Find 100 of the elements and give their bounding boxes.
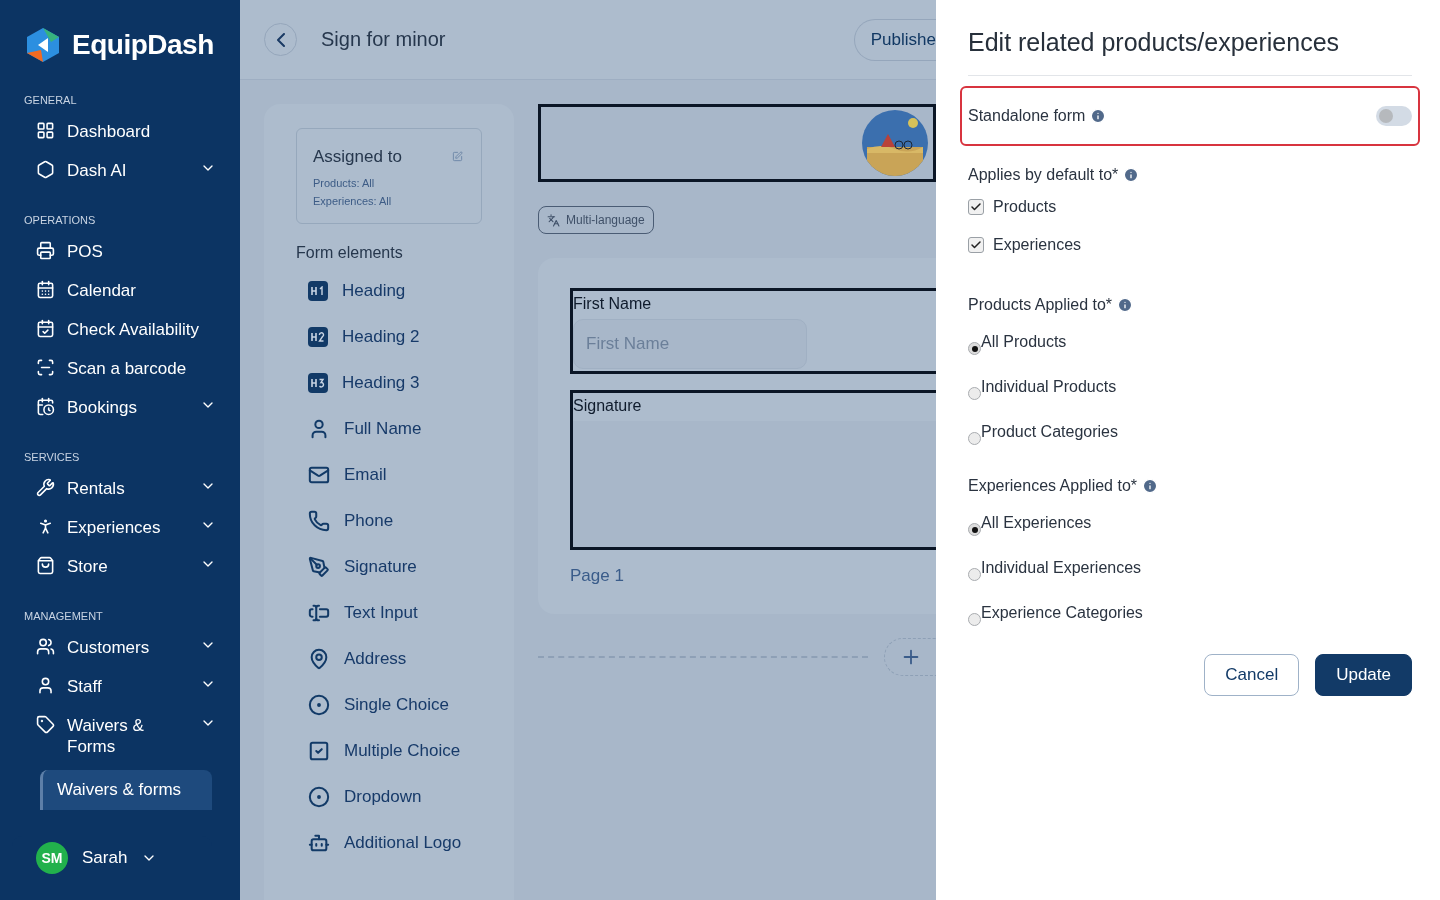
calendar-check-icon xyxy=(36,319,55,338)
calendar-clock-icon xyxy=(36,397,55,416)
radio-label: Individual Products xyxy=(981,378,1117,396)
radio-button[interactable] xyxy=(968,342,981,355)
nav-item[interactable]: Scan a barcode xyxy=(24,349,240,388)
scan-icon xyxy=(36,358,55,377)
text-cursor-icon xyxy=(308,602,330,624)
assigned-line: Products: All xyxy=(313,177,375,189)
group-label: Experiences Applied to* xyxy=(968,477,1137,495)
info-icon xyxy=(1090,108,1107,124)
nav-item[interactable]: Dashboard xyxy=(24,112,240,151)
info-icon xyxy=(1117,297,1134,313)
form-element-item[interactable]: Phone xyxy=(296,498,482,544)
heading-icon xyxy=(308,327,328,347)
robot-icon xyxy=(308,832,330,854)
check-icon xyxy=(970,201,982,213)
nav-item[interactable]: Store xyxy=(24,547,240,586)
translate-icon xyxy=(547,213,560,227)
field-label: Signature xyxy=(573,397,643,415)
form-element-item[interactable]: Heading xyxy=(296,268,482,314)
phone-icon xyxy=(308,510,330,532)
radio-label: All Experiences xyxy=(981,514,1092,532)
field-label: First Name xyxy=(573,295,653,313)
form-element-item[interactable]: Text Input xyxy=(296,590,482,636)
user-name: Sarah xyxy=(82,848,128,868)
form-element-item[interactable]: Dropdown xyxy=(296,774,482,820)
checkbox-label: Experiences xyxy=(993,236,1082,254)
checkbox[interactable] xyxy=(968,237,984,253)
nav-item[interactable]: Customers xyxy=(24,628,240,667)
checkbox-label: Products xyxy=(993,198,1057,216)
group-label: Products Applied to* xyxy=(968,296,1113,314)
section-title: GENERAL xyxy=(24,94,78,106)
hexagon-icon xyxy=(36,160,55,179)
nav-item[interactable]: Staff xyxy=(24,667,240,706)
nav-item[interactable]: Calendar xyxy=(24,271,240,310)
radio-button[interactable] xyxy=(968,613,981,626)
form-field-block[interactable]: Signature xyxy=(570,390,936,550)
input-field[interactable]: First Name xyxy=(573,319,807,369)
heading-icon xyxy=(308,373,328,393)
map-pin-icon xyxy=(308,648,330,670)
radio-icon xyxy=(308,786,330,808)
group-label: Applies by default to* xyxy=(968,166,1119,184)
radio-button[interactable] xyxy=(968,523,981,536)
wrench-icon xyxy=(36,478,55,497)
radio-icon xyxy=(308,694,330,716)
card-title: Assigned to xyxy=(313,147,402,167)
pen-icon xyxy=(308,556,330,578)
brand-name: EquipDash xyxy=(72,29,214,61)
form-field-block[interactable]: First Name First Name xyxy=(570,288,936,374)
section-title: SERVICES xyxy=(24,451,81,463)
nav-item[interactable]: POS xyxy=(24,232,240,271)
nav-subitem[interactable]: Waivers & forms xyxy=(40,770,212,810)
grid-icon xyxy=(36,121,55,140)
radio-button[interactable] xyxy=(968,387,981,400)
section-title: MANAGEMENT xyxy=(24,610,104,622)
form-element-item[interactable]: Signature xyxy=(296,544,482,590)
form-element-item[interactable]: Additional Logo xyxy=(296,820,482,866)
radio-label: All Products xyxy=(981,333,1067,351)
standalone-toggle[interactable] xyxy=(1376,106,1412,126)
cancel-button[interactable]: Cancel xyxy=(1204,654,1300,696)
checkbox-icon xyxy=(308,740,330,762)
edit-icon[interactable] xyxy=(452,151,463,162)
assigned-line: Experiences: All xyxy=(313,195,392,207)
avatar: SM xyxy=(36,842,68,874)
section-title: Form elements xyxy=(296,244,404,262)
calendar-icon xyxy=(36,280,55,299)
logo-icon xyxy=(24,26,62,64)
check-icon xyxy=(970,239,982,251)
info-icon xyxy=(1142,478,1158,494)
form-element-item[interactable]: Email xyxy=(296,452,482,498)
form-element-item[interactable]: Address xyxy=(296,636,482,682)
users-icon xyxy=(36,637,55,656)
form-element-item[interactable]: Heading 2 xyxy=(296,314,482,360)
form-element-item[interactable]: Heading 3 xyxy=(296,360,482,406)
nav-item[interactable]: Experiences xyxy=(24,508,240,547)
nav-item[interactable]: Rentals xyxy=(24,469,240,508)
form-element-item[interactable]: Single Choice xyxy=(296,682,482,728)
language-chip[interactable]: Multi-language xyxy=(538,206,654,234)
page-label: Page 1 xyxy=(570,566,625,586)
form-element-item[interactable]: Multiple Choice xyxy=(296,728,482,774)
bag-icon xyxy=(36,556,55,575)
nav-item[interactable]: Check Availability xyxy=(24,310,240,349)
radio-button[interactable] xyxy=(968,568,981,581)
radio-label: Individual Experiences xyxy=(981,559,1142,577)
back-icon xyxy=(276,32,285,47)
page-title: Sign for minor xyxy=(321,28,447,51)
radio-label: Product Categories xyxy=(981,423,1118,441)
checkbox[interactable] xyxy=(968,199,984,215)
nav-item[interactable]: Dash AI xyxy=(24,151,240,190)
heading-icon xyxy=(308,281,328,301)
mail-icon xyxy=(308,464,330,486)
nav-item[interactable]: Waivers & Forms xyxy=(24,706,240,766)
section-title: OPERATIONS xyxy=(24,214,97,226)
info-icon xyxy=(1123,167,1140,183)
nav-item[interactable]: Bookings xyxy=(24,388,240,427)
update-button[interactable]: Update xyxy=(1315,654,1412,696)
drawer-title: Edit related products/experiences xyxy=(968,28,1412,76)
printer-icon xyxy=(36,241,55,260)
radio-button[interactable] xyxy=(968,432,981,445)
form-element-item[interactable]: Full Name xyxy=(296,406,482,452)
